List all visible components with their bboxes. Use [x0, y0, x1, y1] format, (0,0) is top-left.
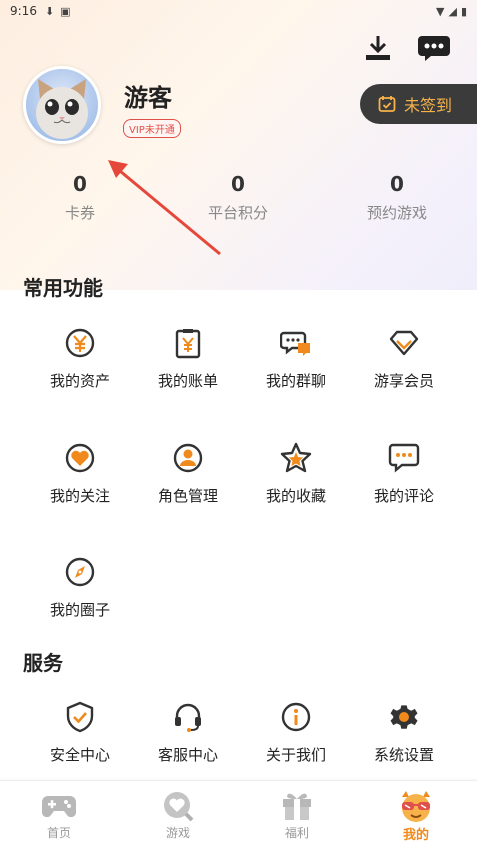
signal-icon: ◢ [448, 4, 457, 18]
security-center-item[interactable]: 安全中心 [26, 700, 134, 765]
my-bills-item[interactable]: 我的账单 [134, 326, 242, 391]
item-label: 我的评论 [373, 487, 434, 505]
calendar-check-icon [378, 95, 396, 113]
yen-coin-icon [63, 326, 97, 360]
group-chat-icon [279, 326, 313, 360]
nav-label: 福利 [284, 826, 309, 840]
stat-value: 0 [390, 172, 404, 196]
user-role-icon [171, 441, 205, 475]
my-circles-item[interactable]: 我的圈子 [26, 555, 134, 620]
item-label: 客服中心 [157, 746, 218, 764]
common-functions-title: 常用功能 [23, 276, 103, 300]
nav-label: 首页 [46, 826, 71, 840]
role-management-item[interactable]: 角色管理 [134, 441, 242, 506]
stats-row: 0 卡券 0 平台积分 0 预约游戏 [0, 172, 477, 232]
cat-avatar-icon [36, 79, 88, 139]
my-assets-item[interactable]: 我的资产 [26, 326, 134, 391]
my-comments-item[interactable]: 我的评论 [350, 441, 458, 506]
status-time: 9:16 [10, 4, 37, 18]
mascot-face-icon [396, 789, 436, 823]
item-label: 我的群聊 [265, 372, 326, 390]
checkin-button[interactable]: 未签到 [360, 84, 477, 124]
item-label: 我的关注 [49, 487, 110, 505]
headset-icon [171, 700, 205, 734]
item-label: 我的资产 [49, 372, 110, 390]
nav-label: 我的 [402, 828, 429, 843]
item-label: 我的账单 [157, 372, 218, 390]
about-us-item[interactable]: 关于我们 [242, 700, 350, 765]
checkin-label: 未签到 [404, 96, 453, 115]
wifi-icon: ▼ [436, 4, 445, 18]
item-label: 角色管理 [157, 487, 218, 505]
download-status-icon: ⬇ [44, 4, 55, 18]
nav-home[interactable]: 首页 [19, 789, 99, 841]
bill-clipboard-icon [171, 326, 205, 360]
game-search-icon [158, 789, 198, 823]
diamond-icon [387, 326, 421, 360]
my-favorites-item[interactable]: 我的收藏 [242, 441, 350, 506]
nav-mine[interactable]: 我的 [376, 789, 456, 843]
comment-icon [387, 441, 421, 475]
services-title: 服务 [23, 651, 63, 675]
item-label: 系统设置 [373, 746, 434, 764]
username: 游客 [124, 84, 172, 112]
gamepad-icon [39, 789, 79, 823]
item-label: 我的圈子 [49, 601, 110, 619]
nav-label: 游戏 [165, 826, 190, 840]
item-label: 我的收藏 [265, 487, 326, 505]
nav-welfare[interactable]: 福利 [257, 789, 337, 841]
notification-status-icon: ▣ [60, 4, 71, 18]
gear-icon [387, 700, 421, 734]
shield-check-icon [63, 700, 97, 734]
avatar[interactable] [23, 66, 101, 144]
download-icon[interactable] [360, 30, 396, 66]
my-follows-item[interactable]: 我的关注 [26, 441, 134, 506]
bottom-nav: 首页 游戏 福利 我的 [0, 780, 477, 848]
item-label: 游享会员 [373, 372, 434, 390]
message-icon[interactable] [416, 30, 452, 66]
annotation-arrow [108, 160, 221, 256]
vip-member-item[interactable]: 游享会员 [350, 326, 458, 391]
item-label: 关于我们 [265, 746, 326, 764]
stat-reserved-games[interactable]: 0 预约游戏 [337, 172, 457, 223]
info-icon [279, 700, 313, 734]
star-icon [279, 441, 313, 475]
customer-service-item[interactable]: 客服中心 [134, 700, 242, 765]
vip-status-badge[interactable]: VIP未开通 [123, 119, 181, 138]
heart-icon [63, 441, 97, 475]
header-background [0, 0, 477, 290]
status-bar: 9:16 ⬇ ▣ ▼ ◢ ▮ [0, 0, 477, 22]
item-label: 安全中心 [49, 746, 110, 764]
compass-icon [63, 555, 97, 589]
my-group-chat-item[interactable]: 我的群聊 [242, 326, 350, 391]
battery-icon: ▮ [460, 4, 467, 18]
gift-icon [277, 789, 317, 823]
system-settings-item[interactable]: 系统设置 [350, 700, 458, 765]
nav-games[interactable]: 游戏 [138, 789, 218, 841]
stat-label: 预约游戏 [366, 204, 427, 222]
